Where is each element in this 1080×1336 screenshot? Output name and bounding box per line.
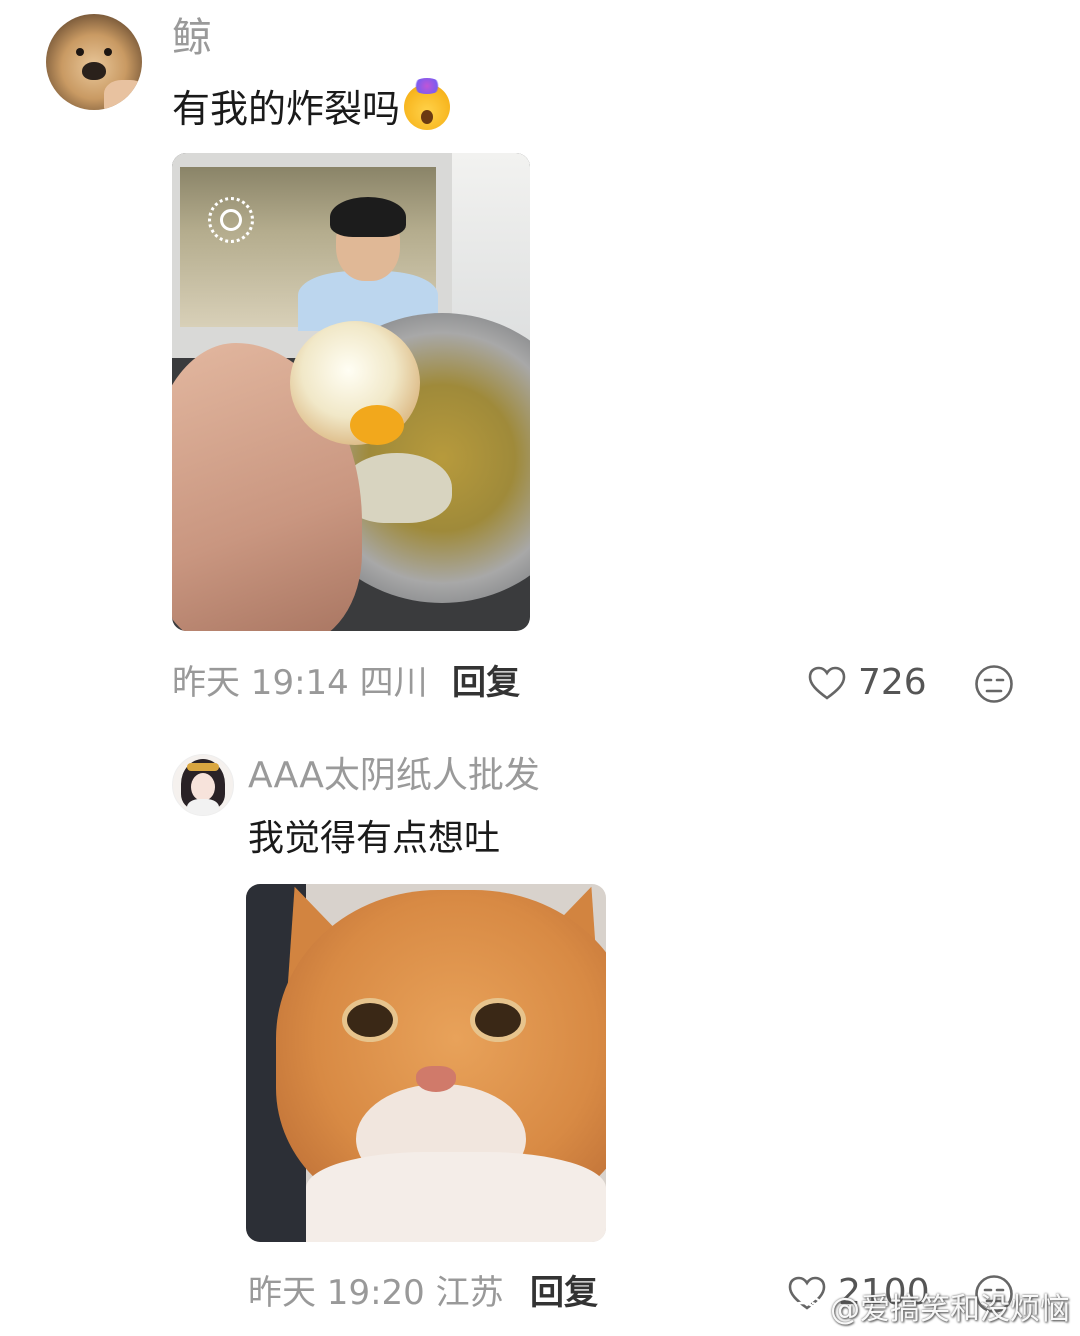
exploding-head-emoji-icon — [404, 78, 451, 130]
avatar[interactable] — [46, 14, 142, 110]
comment-text: 有我的炸裂吗 — [172, 78, 451, 134]
watermark-text: @爱搞笑和没烦恼 — [830, 1292, 1070, 1327]
reply-reply-button[interactable]: 回复 — [530, 1268, 598, 1318]
reply-image[interactable] — [246, 884, 606, 1242]
comment-thread: 鲸 有我的炸裂吗 昨天 19:14 四川 回复 726 AAA太阴纸人批发 我觉… — [0, 0, 1080, 1336]
reply-text: 我觉得有点想吐 — [248, 818, 501, 859]
like-count: 726 — [858, 662, 927, 703]
reply-username[interactable]: AAA太阴纸人批发 — [248, 752, 540, 800]
weibo-logo-icon — [786, 1296, 823, 1323]
reply-avatar[interactable] — [172, 754, 234, 816]
watermark: @爱搞笑和没烦恼 — [786, 1284, 1070, 1328]
heart-outline-icon[interactable] — [808, 666, 846, 700]
comment-text-content: 有我的炸裂吗 — [172, 87, 401, 131]
reply-button[interactable]: 回复 — [452, 658, 520, 708]
neutral-face-icon[interactable] — [974, 664, 1014, 704]
comment-image[interactable] — [172, 153, 530, 631]
live-photo-icon — [208, 197, 254, 243]
comment-username[interactable]: 鲸 — [172, 14, 212, 62]
comment-meta: 昨天 19:14 四川 回复 726 — [172, 658, 1032, 708]
comment-time-location: 昨天 19:14 四川 — [172, 663, 428, 703]
reply-time-location: 昨天 19:20 江苏 — [248, 1273, 504, 1313]
